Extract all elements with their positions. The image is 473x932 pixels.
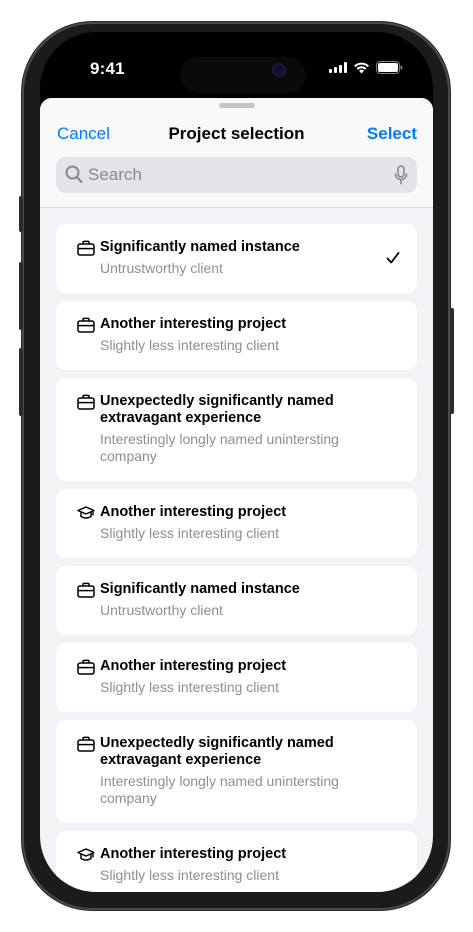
dynamic-island (180, 57, 306, 93)
project-title: Another interesting project (100, 316, 287, 332)
project-selection-sheet: Project selection Cancel Select Search S… (40, 98, 433, 892)
project-row[interactable]: Another interesting project Slightly les… (56, 831, 417, 892)
project-row[interactable]: Another interesting project Slightly les… (56, 643, 417, 712)
cellular-signal-icon (329, 62, 347, 73)
project-row[interactable]: Significantly named instance Untrustwort… (56, 566, 417, 635)
graduation-cap-icon (77, 506, 95, 519)
project-title: Another interesting project (100, 658, 287, 674)
briefcase-icon (77, 736, 95, 752)
project-client: Untrustworthy client (100, 260, 223, 276)
project-client: Interestingly longly named unintersting … (100, 773, 339, 806)
briefcase-icon (77, 582, 95, 598)
briefcase-icon (77, 659, 95, 675)
project-client: Slightly less interesting client (100, 525, 279, 541)
project-client: Slightly less interesting client (100, 337, 279, 353)
project-client: Interestingly longly named unintersting … (100, 431, 339, 464)
project-title: Unexpectedly significantly named extrava… (100, 735, 334, 768)
project-row[interactable]: Another interesting project Slightly les… (56, 301, 417, 370)
select-button[interactable]: Select (367, 124, 417, 144)
sheet-grabber[interactable] (219, 103, 255, 108)
search-icon (65, 165, 83, 184)
microphone-icon[interactable] (394, 165, 408, 185)
sheet-header: Project selection Cancel Select (40, 98, 433, 208)
search-input[interactable] (88, 157, 378, 193)
project-row[interactable]: Unexpectedly significantly named extrava… (56, 720, 417, 823)
camera-icon (272, 63, 286, 77)
project-title: Significantly named instance (100, 239, 300, 255)
briefcase-icon (77, 394, 95, 410)
project-title: Significantly named instance (100, 581, 300, 597)
project-title: Another interesting project (100, 846, 287, 862)
volume-up-button (19, 262, 23, 330)
briefcase-icon (77, 240, 95, 256)
graduation-cap-icon (77, 848, 95, 861)
status-bar: 9:41 (40, 32, 433, 93)
project-row[interactable]: Another interesting project Slightly les… (56, 489, 417, 558)
battery-icon (376, 61, 403, 74)
volume-down-button (19, 348, 23, 416)
wifi-icon (354, 62, 369, 73)
checkmark-icon (386, 252, 400, 264)
power-button (450, 308, 454, 414)
status-icons (329, 61, 403, 74)
project-client: Slightly less interesting client (100, 679, 279, 695)
cancel-button[interactable]: Cancel (57, 124, 110, 144)
project-list: Significantly named instance Untrustwort… (56, 224, 417, 892)
briefcase-icon (77, 317, 95, 333)
project-row[interactable]: Unexpectedly significantly named extrava… (56, 378, 417, 481)
project-row[interactable]: Significantly named instance Untrustwort… (56, 224, 417, 293)
phone-screen: 9:41 Project selection Cancel Select Sea… (40, 32, 433, 892)
project-title: Unexpectedly significantly named extrava… (100, 393, 334, 426)
project-client: Slightly less interesting client (100, 867, 279, 883)
action-button (19, 196, 23, 232)
project-title: Another interesting project (100, 504, 287, 520)
search-bar[interactable] (56, 157, 417, 193)
project-client: Untrustworthy client (100, 602, 223, 618)
status-time: 9:41 (90, 59, 125, 78)
